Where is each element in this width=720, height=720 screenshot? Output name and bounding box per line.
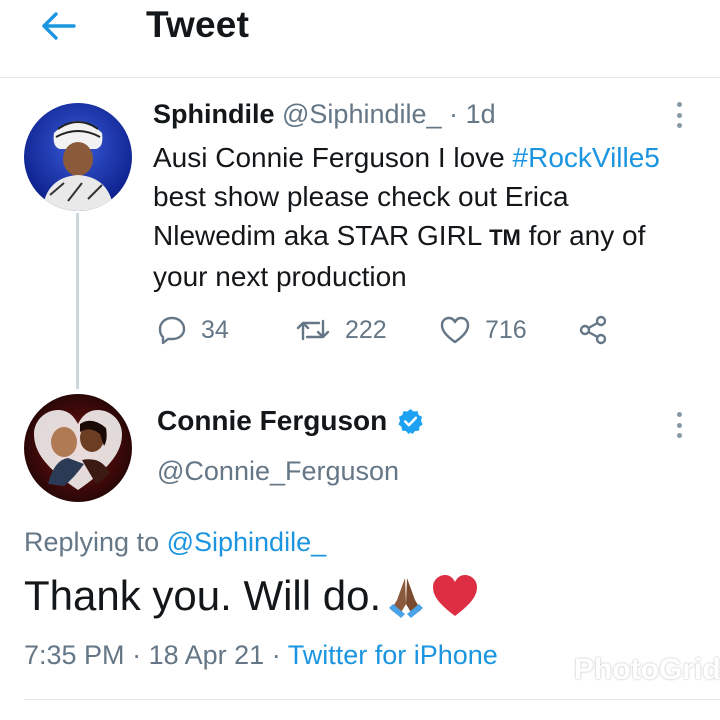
reply-icon (158, 316, 186, 345)
tweet2-author: Connie Ferguson (157, 405, 424, 437)
praying-hands-emoji (385, 574, 427, 618)
tweet1-text-line4: your next production (153, 261, 407, 292)
tweet1-header: Sphindile @Siphindile_ · 1d (153, 99, 496, 130)
tweet1-author-name[interactable]: Sphindile (153, 99, 275, 129)
like-icon (440, 316, 470, 344)
tweet1-time[interactable]: 1d (466, 99, 496, 129)
tweet2-text-body: Thank you. Will do. (24, 572, 382, 619)
share-button[interactable] (577, 310, 609, 350)
retweet-count: 222 (345, 315, 387, 344)
photogrid-logo (542, 660, 569, 681)
meta-separator: · (271, 640, 281, 670)
tweet1-text-line3a: Nlewedim aka STAR GIRL (153, 220, 490, 251)
tweet1-text-line1: Ausi Connie Ferguson I love (153, 142, 513, 173)
heart-emoji (431, 574, 479, 618)
divider (24, 699, 720, 700)
tweet2-text: Thank you. Will do. (24, 572, 479, 620)
tweet1-text-line3b: for any of (520, 220, 646, 251)
more-icon[interactable] (669, 408, 689, 442)
share-icon (579, 315, 607, 345)
tweet-source-link[interactable]: Twitter for iPhone (288, 640, 498, 670)
reply-button[interactable]: 34 (157, 310, 229, 350)
avatar-connie-ferguson[interactable] (24, 394, 132, 502)
retweet-icon (296, 319, 330, 341)
like-button[interactable]: 716 (439, 310, 527, 350)
replying-prefix: Replying to (24, 527, 167, 557)
watermark-text: PhotoGrid (574, 653, 720, 686)
back-arrow-icon (42, 12, 76, 40)
verified-icon (398, 408, 423, 434)
top-bar: Tweet (0, 0, 720, 78)
reply-mention-link[interactable]: @Siphindile_ (167, 527, 327, 557)
trademark-symbol: TM (489, 225, 521, 250)
tweet-meta: 7:35 PM · 18 Apr 21 · Twitter for iPhone (24, 640, 498, 671)
tweet-date: 18 Apr 21 (148, 640, 265, 670)
tweet1-text-line2: best show please check out Erica (153, 181, 569, 212)
like-count: 716 (485, 315, 527, 344)
reply-count: 34 (201, 315, 229, 344)
tweet1-actions: 34 222 716 (153, 310, 673, 350)
avatar-sphindile[interactable] (24, 103, 132, 211)
more-icon[interactable] (669, 98, 689, 132)
tweet-time: 7:35 PM (24, 640, 125, 670)
thread-connector (76, 213, 79, 389)
retweet-button[interactable]: 222 (295, 310, 387, 350)
replying-to: Replying to @Siphindile_ (24, 527, 326, 558)
tweet1-separator: · (449, 99, 459, 129)
hashtag-link[interactable]: #RockVille5 (513, 142, 660, 173)
tweet1-text: Ausi Connie Ferguson I love #RockVille5 … (153, 138, 713, 296)
page-title: Tweet (146, 4, 250, 45)
tweet1-author-handle[interactable]: @Siphindile_ (282, 99, 442, 129)
tweet2-author-name[interactable]: Connie Ferguson (157, 405, 387, 437)
tweet2-author-handle[interactable]: @Connie_Ferguson (157, 456, 399, 487)
photogrid-watermark: PhotoGrid (540, 653, 720, 687)
back-button[interactable] (38, 8, 78, 44)
meta-separator: · (132, 640, 142, 670)
